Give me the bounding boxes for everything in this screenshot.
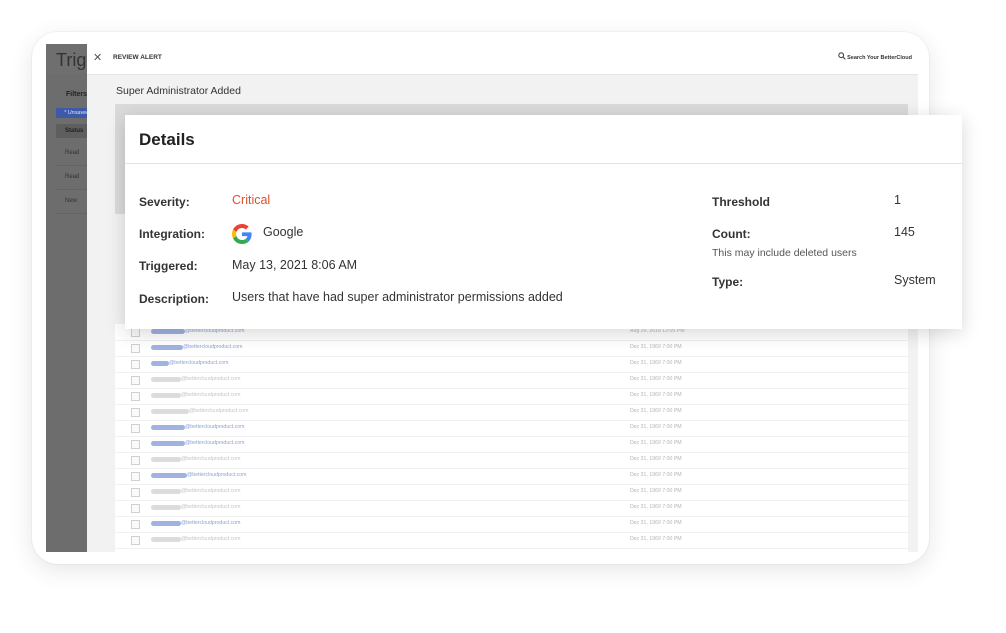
user-email[interactable]: @bettercloudproduct.com xyxy=(183,344,242,350)
redacted-username xyxy=(151,361,169,366)
count-note: This may include deleted users xyxy=(712,247,857,259)
row-date: Dec 31, 1969 7:00 PM xyxy=(630,520,682,526)
table-row[interactable]: @bettercloudproduct.com Dec 31, 1969 7:00… xyxy=(115,500,908,517)
panel-header: ✕ REVIEW ALERT Search Your BetterCloud xyxy=(87,44,918,75)
redacted-username xyxy=(151,537,181,542)
table-row[interactable]: @bettercloudproduct.com Dec 31, 1969 7:00… xyxy=(115,516,908,533)
table-row[interactable]: @bettercloudproduct.com Dec 31, 1969 7:00… xyxy=(115,340,908,357)
row-checkbox[interactable] xyxy=(131,360,140,369)
row-checkbox[interactable] xyxy=(131,488,140,497)
divider xyxy=(125,163,962,164)
row-date: Dec 31, 1969 7:00 PM xyxy=(630,360,682,366)
user-email: @bettercloudproduct.com xyxy=(181,488,241,494)
row-date: Dec 31, 1969 7:00 PM xyxy=(630,376,682,382)
row-date: Dec 31, 1969 7:00 PM xyxy=(630,472,682,478)
redacted-username xyxy=(151,409,189,414)
user-email[interactable]: @bettercloudproduct.com xyxy=(181,520,240,526)
table-row[interactable]: @bettercloudproduct.com Dec 31, 1969 7:00… xyxy=(115,356,908,373)
count-value: 145 xyxy=(894,225,915,239)
status-cell: Read xyxy=(65,174,80,180)
user-email: @bettercloudproduct.com xyxy=(181,376,241,382)
row-checkbox[interactable] xyxy=(131,376,140,385)
description-value: Users that have had super administrator … xyxy=(232,290,563,304)
details-card: Details Severity: Critical Integration: … xyxy=(125,115,962,329)
redacted-username xyxy=(151,393,181,398)
user-email: @bettercloudproduct.com xyxy=(181,456,241,462)
row-date: Dec 31, 1969 7:00 PM xyxy=(630,440,682,446)
table-row[interactable]: @bettercloudproduct.com Dec 31, 1969 7:00… xyxy=(115,372,908,389)
redacted-username xyxy=(151,377,181,382)
severity-value: Critical xyxy=(232,193,271,207)
table-row[interactable]: @bettercloudproduct.com Dec 31, 1969 7:00… xyxy=(115,452,908,469)
row-checkbox[interactable] xyxy=(131,392,140,401)
table-row[interactable]: @bettercloudproduct.com Dec 31, 1969 7:00… xyxy=(115,420,908,437)
description-label: Description: xyxy=(139,292,210,306)
redacted-username xyxy=(151,505,181,510)
user-email[interactable]: @bettercloudproduct.com xyxy=(169,360,228,366)
table-row[interactable]: @bettercloudproduct.com Dec 31, 1969 7:00… xyxy=(115,404,908,421)
redacted-username xyxy=(151,473,187,478)
row-checkbox[interactable] xyxy=(131,440,140,449)
row-date: Dec 31, 1969 7:00 PM xyxy=(630,488,682,494)
threshold-label: Threshold xyxy=(712,195,771,209)
row-date: Dec 31, 1969 7:00 PM xyxy=(630,424,682,430)
threshold-value: 1 xyxy=(894,193,901,207)
google-logo-icon xyxy=(232,224,252,244)
type-value: System xyxy=(894,273,936,287)
table-row[interactable]: @bettercloudproduct.com Dec 31, 1969 7:00… xyxy=(115,484,908,501)
row-checkbox[interactable] xyxy=(131,536,140,545)
row-checkbox[interactable] xyxy=(131,472,140,481)
table-row[interactable]: @bettercloudproduct.com Dec 31, 1969 7:00… xyxy=(115,436,908,453)
redacted-username xyxy=(151,489,181,494)
integration-label: Integration: xyxy=(139,227,205,241)
redacted-username xyxy=(151,457,181,462)
search-icon[interactable] xyxy=(838,52,846,60)
row-date: Dec 31, 1969 7:00 PM xyxy=(630,504,682,510)
row-date: Dec 31, 1969 7:00 PM xyxy=(630,344,682,350)
alert-title: Super Administrator Added xyxy=(116,85,241,97)
row-checkbox[interactable] xyxy=(131,504,140,513)
review-alert-label: REVIEW ALERT xyxy=(113,54,162,61)
user-email: @bettercloudproduct.com xyxy=(181,536,241,542)
row-checkbox[interactable] xyxy=(131,328,140,337)
row-checkbox[interactable] xyxy=(131,408,140,417)
user-email[interactable]: @bettercloudproduct.com xyxy=(185,424,244,430)
redacted-username xyxy=(151,329,185,334)
status-cell: Read xyxy=(65,150,80,156)
table-row[interactable]: @bettercloudproduct.com Dec 31, 1969 7:00… xyxy=(115,388,908,405)
redacted-username xyxy=(151,441,185,446)
triggered-label: Triggered: xyxy=(139,259,198,273)
redacted-username xyxy=(151,425,185,430)
user-email[interactable]: @bettercloudproduct.com xyxy=(185,440,244,446)
redacted-username xyxy=(151,345,183,350)
table-row[interactable]: @bettercloudproduct.com Dec 31, 1969 7:00… xyxy=(115,468,908,485)
row-date: Dec 31, 1969 7:00 PM xyxy=(630,536,682,542)
integration-value: Google xyxy=(263,225,304,239)
row-checkbox[interactable] xyxy=(131,456,140,465)
search-bettercloud-link[interactable]: Search Your BetterCloud xyxy=(847,55,912,61)
user-email: @bettercloudproduct.com xyxy=(189,408,249,414)
user-email: @bettercloudproduct.com xyxy=(181,392,241,398)
redacted-username xyxy=(151,521,181,526)
user-email: @bettercloudproduct.com xyxy=(181,504,241,510)
table-row[interactable]: @bettercloudproduct.com Dec 31, 1969 7:00… xyxy=(115,532,908,549)
type-label: Type: xyxy=(712,275,744,289)
row-date: Dec 31, 1969 7:00 PM xyxy=(630,456,682,462)
affected-users-table: @bettercloudproduct.com Aug 29, 2018 12:0… xyxy=(115,324,908,552)
row-checkbox[interactable] xyxy=(131,424,140,433)
triggered-value: May 13, 2021 8:06 AM xyxy=(232,258,358,272)
severity-label: Severity: xyxy=(139,195,190,209)
status-cell: New xyxy=(65,198,78,204)
user-email[interactable]: @bettercloudproduct.com xyxy=(187,472,246,478)
row-checkbox[interactable] xyxy=(131,344,140,353)
row-date: Dec 31, 1969 7:00 PM xyxy=(630,408,682,414)
close-icon[interactable]: ✕ xyxy=(93,51,102,64)
details-title: Details xyxy=(139,130,195,149)
count-label: Count: xyxy=(712,227,751,241)
row-date: Dec 31, 1969 7:00 PM xyxy=(630,392,682,398)
row-checkbox[interactable] xyxy=(131,520,140,529)
